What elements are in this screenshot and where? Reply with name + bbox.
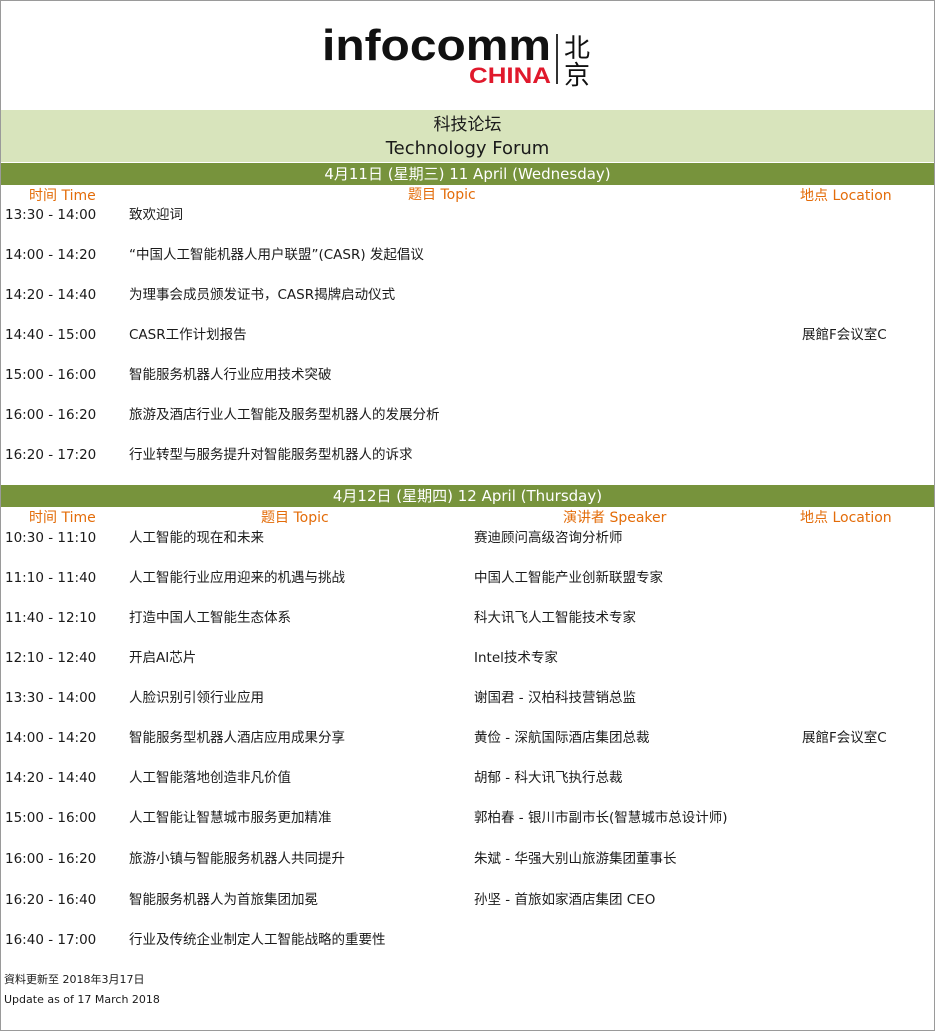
row-topic: 人脸识别引领行业应用 (129, 690, 264, 706)
row-time: 15:00 - 16:00 (5, 810, 97, 826)
row-time: 16:40 - 17:00 (5, 932, 97, 948)
row-topic: CASR工作计划报告 (129, 327, 247, 343)
row-topic: 行业转型与服务提升对智能服务型机器人的诉求 (129, 447, 413, 463)
row-time: 15:00 - 16:00 (5, 367, 97, 383)
row-topic: 开启AI芯片 (129, 650, 197, 666)
day1-header-time: 时间 Time (29, 188, 96, 204)
logo-china: CHINA (469, 63, 551, 88)
row-time: 16:00 - 16:20 (5, 407, 97, 423)
day2-header-topic: 题目 Topic (261, 510, 329, 526)
row-topic: 打造中国人工智能生态体系 (129, 610, 291, 626)
row-speaker: 谢国君 - 汉柏科技营销总监 (474, 690, 636, 706)
row-time: 16:20 - 17:20 (5, 447, 97, 463)
row-topic: 行业及传统企业制定人工智能战略的重要性 (129, 932, 386, 948)
row-speaker: 科大讯飞人工智能技术专家 (474, 610, 636, 626)
row-time: 14:00 - 14:20 (5, 730, 97, 746)
row-time: 12:10 - 12:40 (5, 650, 97, 666)
row-speaker: Intel技术专家 (474, 650, 558, 666)
forum-title-zh: 科技论坛 (433, 115, 502, 135)
row-speaker: 孙坚 - 首旅如家酒店集团 CEO (474, 892, 656, 908)
row-time: 14:20 - 14:40 (5, 287, 97, 303)
row-speaker: 胡郁 - 科大讯飞执行总裁 (474, 770, 623, 786)
row-topic: 智能服务机器人行业应用技术突破 (129, 367, 332, 383)
row-speaker: 郭柏春 - 银川市副市长(智慧城市总设计师) (474, 810, 728, 826)
logo-divider (556, 34, 558, 84)
row-location: 展館F会议室C (802, 327, 887, 343)
day2-banner: 4月12日 (星期四) 12 April (Thursday) (1, 485, 934, 507)
row-topic: 人工智能的现在和未来 (129, 530, 264, 546)
row-time: 11:10 - 11:40 (5, 570, 97, 586)
row-time: 14:40 - 15:00 (5, 327, 97, 343)
row-topic: “中国人工智能机器人用户联盟”(CASR) 发起倡议 (129, 247, 424, 263)
row-speaker: 朱斌 - 华强大别山旅游集团董事长 (474, 851, 677, 867)
row-time: 14:20 - 14:40 (5, 770, 97, 786)
day2-header-location: 地点 Location (800, 510, 892, 526)
row-location: 展館F会议室C (802, 730, 887, 746)
update-note-zh: 資料更新至 2018年3月17日 (4, 973, 145, 986)
row-topic: 为理事会成员颁发证书，CASR揭牌启动仪式 (129, 287, 396, 303)
row-topic: 智能服务机器人为首旅集团加冕 (129, 892, 318, 908)
row-time: 13:30 - 14:00 (5, 207, 97, 223)
update-note-en: Update as of 17 March 2018 (4, 993, 160, 1006)
day1-header-topic: 题目 Topic (408, 187, 476, 203)
row-topic: 智能服务型机器人酒店应用成果分享 (129, 730, 345, 746)
row-time: 16:20 - 16:40 (5, 892, 97, 908)
row-time: 11:40 - 12:10 (5, 610, 97, 626)
row-speaker: 赛迪顾问高级咨询分析师 (474, 530, 623, 546)
row-topic: 人工智能让智慧城市服务更加精准 (129, 810, 332, 826)
forum-title-band: 科技论坛 Technology Forum (1, 110, 934, 162)
row-topic: 旅游小镇与智能服务机器人共同提升 (129, 851, 345, 867)
row-time: 13:30 - 14:00 (5, 690, 97, 706)
row-time: 16:00 - 16:20 (5, 851, 97, 867)
infocomm-china-beijing-logo: infocomm CHINA 北 京 (322, 21, 590, 91)
row-time: 10:30 - 11:10 (5, 530, 97, 546)
day2-header-time: 时间 Time (29, 510, 96, 526)
row-topic: 人工智能落地创造非凡价值 (129, 770, 291, 786)
row-speaker: 中国人工智能产业创新联盟专家 (474, 570, 663, 586)
row-topic: 人工智能行业应用迎来的机遇与挑战 (129, 570, 345, 586)
day1-banner: 4月11日 (星期三) 11 April (Wednesday) (1, 163, 934, 185)
row-speaker: 黄俭 - 深航国际酒店集团总裁 (474, 730, 650, 746)
day2-header-speaker: 演讲者 Speaker (563, 510, 667, 526)
forum-title-en: Technology Forum (385, 138, 550, 159)
logo-city-top: 北 (564, 34, 590, 64)
row-time: 14:00 - 14:20 (5, 247, 97, 263)
day1-header-location: 地点 Location (800, 188, 892, 204)
row-topic: 旅游及酒店行业人工智能及服务型机器人的发展分析 (129, 407, 440, 423)
logo-city-bottom: 京 (564, 61, 590, 91)
row-topic: 致欢迎词 (129, 207, 183, 223)
